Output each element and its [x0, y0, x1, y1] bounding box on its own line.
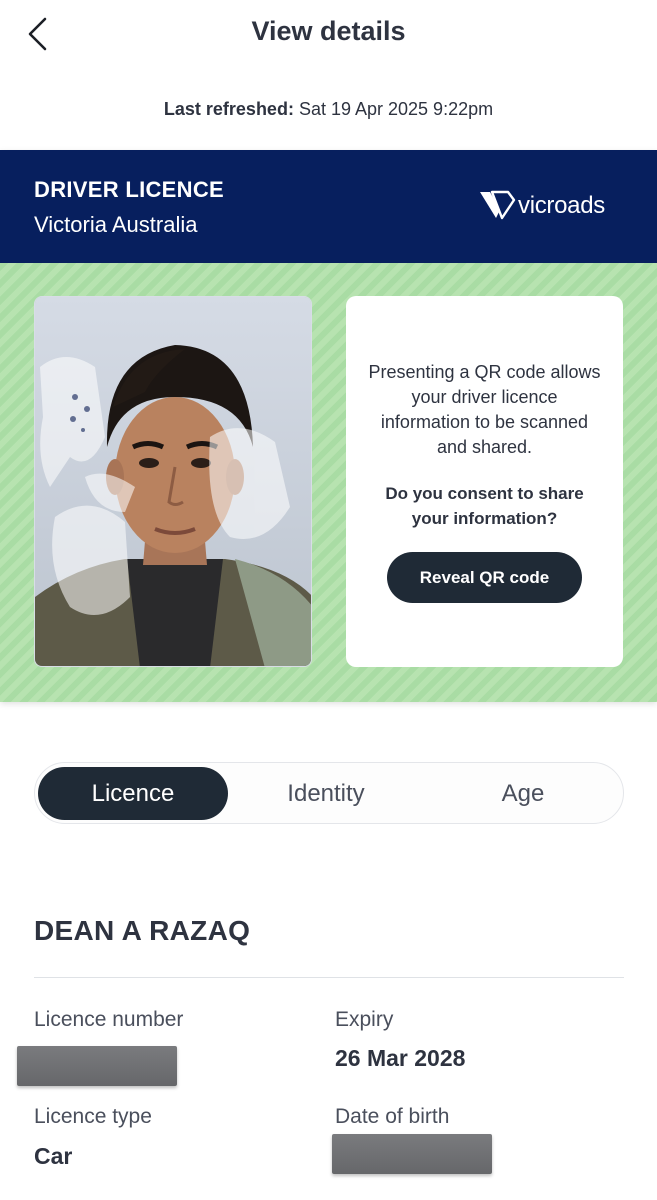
licence-type-value: Car [34, 1143, 73, 1169]
vicroads-logo-text: vicroads [518, 192, 605, 219]
top-bar: View details [0, 0, 657, 70]
portrait-image [35, 297, 311, 666]
licence-card: DRIVER LICENCE Victoria Australia vicroa… [0, 150, 657, 702]
qr-consent-question: Do you consent to share your information… [385, 484, 584, 528]
qr-consent-info: Presenting a QR code allows your driver … [368, 362, 601, 457]
licence-photo [34, 296, 312, 667]
licence-number-redacted [17, 1046, 177, 1086]
licence-card-body: Presenting a QR code allows your driver … [0, 263, 657, 702]
licence-kicker: DRIVER LICENCE [34, 177, 224, 202]
detail-tabs: Licence Identity Age [34, 762, 624, 824]
tab-licence[interactable]: Licence [38, 767, 228, 820]
last-refreshed-value: Sat 19 Apr 2025 9:22pm [298, 99, 494, 119]
tab-age[interactable]: Age [428, 767, 618, 820]
tab-identity[interactable]: Identity [231, 767, 421, 820]
vicroads-mark-icon [480, 190, 516, 220]
last-refreshed-label: Last refreshed: [163, 99, 294, 119]
expiry-label: Expiry [335, 1008, 394, 1031]
divider [34, 977, 624, 978]
licence-type-label: Licence type [34, 1105, 152, 1128]
date-of-birth-label: Date of birth [335, 1105, 450, 1128]
date-of-birth-redacted [332, 1134, 492, 1174]
qr-consent-panel: Presenting a QR code allows your driver … [346, 296, 623, 667]
reveal-qr-button[interactable]: Reveal QR code [387, 552, 582, 603]
licence-state: Victoria Australia [34, 212, 198, 237]
holder-name: DEAN A RAZAQ [34, 915, 251, 946]
licence-card-header: DRIVER LICENCE Victoria Australia vicroa… [0, 150, 657, 263]
vicroads-logo: vicroads [478, 188, 628, 228]
last-refreshed: Last refreshed: Sat 19 Apr 2025 9:22pm [0, 99, 657, 120]
page-title: View details [251, 16, 406, 46]
expiry-value: 26 Mar 2028 [335, 1045, 466, 1071]
licence-number-label: Licence number [34, 1008, 184, 1031]
